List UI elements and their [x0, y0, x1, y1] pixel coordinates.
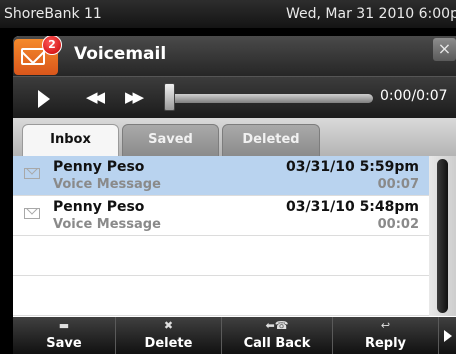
empty-row	[13, 236, 429, 276]
message-date: 03/31/10 5:48pm	[286, 199, 419, 215]
envelope-icon	[24, 208, 40, 219]
action-toolbar: ▬ Save ✖ Delete ⬅☎ Call Back ↩ Reply	[13, 317, 456, 354]
reply-label: Reply	[364, 336, 407, 351]
empty-row	[13, 276, 429, 316]
voicemail-window: 2 Voicemail × ◀◀ ▶▶ 0:00/0:07 Inbox Save…	[13, 36, 456, 354]
envelope-icon	[24, 168, 40, 179]
folder-icon: ▬	[58, 319, 70, 332]
datetime-label: Wed, Mar 31 2010 6:00pm	[286, 6, 456, 22]
x-icon: ✖	[163, 319, 174, 332]
phone-arrow-icon: ⬅☎	[265, 319, 289, 332]
save-button[interactable]: ▬ Save	[13, 317, 116, 354]
reply-button[interactable]: ↩ Reply	[333, 317, 439, 354]
more-actions-icon[interactable]	[444, 330, 452, 342]
folder-tabs: Inbox Saved Deleted	[13, 118, 456, 156]
message-type: Voice Message	[53, 217, 161, 232]
close-button[interactable]: ×	[433, 38, 456, 61]
delete-label: Delete	[144, 336, 193, 351]
call-back-button[interactable]: ⬅☎ Call Back	[222, 317, 333, 354]
message-duration: 00:02	[377, 217, 419, 232]
status-bar: ShoreBank 11 Wed, Mar 31 2010 6:00pm	[0, 0, 456, 28]
caller-name: Penny Peso	[53, 159, 145, 175]
save-label: Save	[46, 336, 82, 351]
caller-name: Penny Peso	[53, 199, 145, 215]
message-duration: 00:07	[377, 177, 419, 192]
progress-track[interactable]	[168, 94, 373, 103]
unread-badge: 2	[42, 36, 62, 55]
message-date: 03/31/10 5:59pm	[286, 159, 419, 175]
message-list: Penny Peso Voice Message 03/31/10 5:59pm…	[13, 156, 429, 316]
playback-bar: ◀◀ ▶▶ 0:00/0:07	[13, 76, 456, 119]
message-type: Voice Message	[53, 177, 161, 192]
reply-arrow-icon: ↩	[380, 319, 391, 332]
tab-deleted[interactable]: Deleted	[222, 124, 320, 156]
window-title: Voicemail	[74, 44, 167, 64]
tab-inbox[interactable]: Inbox	[22, 124, 119, 156]
fast-forward-icon[interactable]: ▶▶	[125, 88, 144, 106]
tab-saved[interactable]: Saved	[122, 124, 219, 156]
call-back-label: Call Back	[243, 336, 311, 351]
title-bar: 2 Voicemail ×	[13, 36, 456, 76]
scrollbar-track[interactable]	[437, 159, 448, 313]
delete-button[interactable]: ✖ Delete	[116, 317, 222, 354]
progress-thumb[interactable]	[164, 83, 175, 111]
playback-time: 0:00/0:07	[380, 88, 448, 104]
rewind-icon[interactable]: ◀◀	[86, 88, 105, 106]
play-icon[interactable]	[38, 90, 50, 108]
scrollbar[interactable]	[429, 156, 456, 316]
list-item[interactable]: Penny Peso Voice Message 03/31/10 5:48pm…	[13, 196, 429, 236]
list-item[interactable]: Penny Peso Voice Message 03/31/10 5:59pm…	[13, 156, 429, 196]
carrier-label: ShoreBank 11	[4, 6, 102, 22]
